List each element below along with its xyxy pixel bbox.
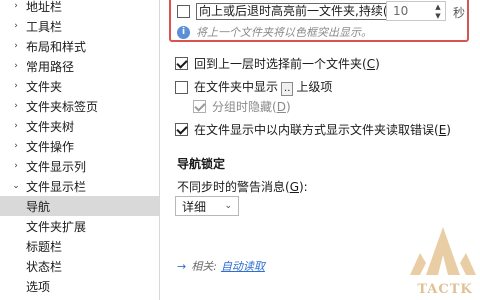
parent-item-icon: .. <box>281 82 294 96</box>
sidebar-subitem-label: 标题栏 <box>26 239 63 254</box>
chevron-right-icon[interactable]: › <box>10 41 22 51</box>
hide-grouped-label: 分组时隐藏(D) <box>212 100 291 114</box>
stepper-down-icon[interactable]: ▼ <box>433 12 443 20</box>
show-parent-checkbox[interactable] <box>175 80 188 94</box>
sidebar-subitem-label: 导航 <box>26 199 51 214</box>
chevron-right-icon[interactable]: › <box>10 161 22 171</box>
auto-read-link[interactable]: 自动读取 <box>221 258 265 274</box>
warning-message-label: 不同步时的警告消息(G): <box>177 180 308 194</box>
chevron-right-icon[interactable]: › <box>10 61 22 71</box>
back-select-checkbox[interactable] <box>175 57 188 70</box>
sidebar-item[interactable]: › 文件夹标签页 <box>0 96 159 116</box>
sidebar-item[interactable]: › 文件夹树 <box>0 116 159 136</box>
chevron-right-icon[interactable]: › <box>10 21 22 31</box>
show-parent-label: 在文件夹中显示.. 上级项 <box>194 80 333 96</box>
hide-grouped-option[interactable]: 分组时隐藏(D) <box>193 98 291 115</box>
sidebar-subitem[interactable]: 状态栏 <box>0 256 159 276</box>
inline-error-label: 在文件显示中以内联方式显示文件夹读取错误(E) <box>194 123 451 137</box>
back-select-option[interactable]: 回到上一层时选择前一个文件夹(C) <box>175 55 380 72</box>
related-prefix: 相关: <box>191 260 217 273</box>
highlight-duration-stepper[interactable]: 10 ▲ ▼ <box>386 1 446 21</box>
hide-grouped-checkbox[interactable] <box>193 100 206 113</box>
chevron-down-icon[interactable]: ⌄ <box>10 181 22 191</box>
sidebar-item-label: 布局和样式 <box>26 39 87 54</box>
chevron-down-icon: ⌄ <box>224 201 232 211</box>
sidebar-item-label: 文件显示栏 <box>26 179 87 194</box>
nav-lock-title: 导航锁定 <box>177 157 226 171</box>
info-text: 将上一个文件夹将以色框突出显示。 <box>196 26 372 39</box>
settings-tree: › 地址栏 › 工具栏 › 布局和样式 › 常用路径 › 文件夹 › 文件夹标签页 › 文件夹树 › 文件操作… <box>0 0 160 300</box>
inline-error-checkbox[interactable] <box>175 123 188 136</box>
duration-unit: 秒 <box>453 6 466 20</box>
sidebar-item[interactable]: › 工具栏 <box>0 16 159 36</box>
sidebar-subitem[interactable]: 导航 <box>0 196 159 216</box>
sidebar-item-label: 文件显示列 <box>26 159 87 174</box>
sidebar-item[interactable]: › 常用路径 <box>0 56 159 76</box>
sidebar-subitem-label: 选项 <box>26 279 51 294</box>
sidebar-item-label: 工具栏 <box>26 19 63 34</box>
arrow-right-icon: → <box>177 259 187 273</box>
sidebar-item[interactable]: › 文件操作 <box>0 136 159 156</box>
highlight-previous-label: 向上或后退时高亮前一文件夹,持续(B) <box>196 3 404 20</box>
related-links: → 相关: 自动读取 <box>177 258 265 274</box>
chevron-right-icon[interactable]: › <box>10 141 22 151</box>
highlight-previous-option[interactable]: 向上或后退时高亮前一文件夹,持续(B) <box>177 3 404 20</box>
sidebar-item-label: 常用路径 <box>26 59 75 74</box>
show-parent-option[interactable]: 在文件夹中显示.. 上级项 <box>175 78 332 96</box>
chevron-right-icon[interactable]: › <box>10 1 22 11</box>
sidebar-item[interactable]: › 地址栏 <box>0 0 159 16</box>
sidebar-subitem[interactable]: 标题栏 <box>0 236 159 256</box>
sidebar-item[interactable]: › 布局和样式 <box>0 36 159 56</box>
warning-message-select[interactable]: 详细 ⌄ <box>175 196 239 216</box>
watermark-text: TACTK <box>417 282 473 297</box>
chevron-right-icon[interactable]: › <box>10 101 22 111</box>
sidebar-subitem[interactable]: 文件夹扩展 <box>0 216 159 236</box>
sidebar-item-label: 地址栏 <box>26 0 63 14</box>
highlight-duration-value[interactable]: 10 <box>393 4 408 18</box>
chevron-right-icon[interactable]: › <box>10 81 22 91</box>
info-hint: i 将上一个文件夹将以色框突出显示。 <box>177 24 372 40</box>
warning-message-value: 详细 <box>182 199 207 214</box>
sidebar-subitem-label: 状态栏 <box>26 259 63 274</box>
chevron-right-icon[interactable]: › <box>10 121 22 131</box>
sidebar-item-label: 文件夹 <box>26 79 63 94</box>
sidebar-subitem-label: 文件夹扩展 <box>26 219 87 234</box>
sidebar-item-label: 文件操作 <box>26 139 75 154</box>
sidebar-item-label: 文件夹标签页 <box>26 99 99 114</box>
highlight-previous-checkbox[interactable] <box>177 5 190 18</box>
sidebar-item[interactable]: ⌄ 文件显示栏 <box>0 176 159 196</box>
sidebar-item[interactable]: › 文件显示列 <box>0 156 159 176</box>
sidebar-subitem[interactable]: 选项 <box>0 276 159 296</box>
sidebar-item-label: 文件夹树 <box>26 119 75 134</box>
info-icon: i <box>177 25 190 39</box>
inline-error-option[interactable]: 在文件显示中以内联方式显示文件夹读取错误(E) <box>175 121 451 138</box>
back-select-label: 回到上一层时选择前一个文件夹(C) <box>194 57 380 71</box>
sidebar-item[interactable]: › 文件夹 <box>0 76 159 96</box>
stepper-up-icon[interactable]: ▲ <box>433 3 443 11</box>
